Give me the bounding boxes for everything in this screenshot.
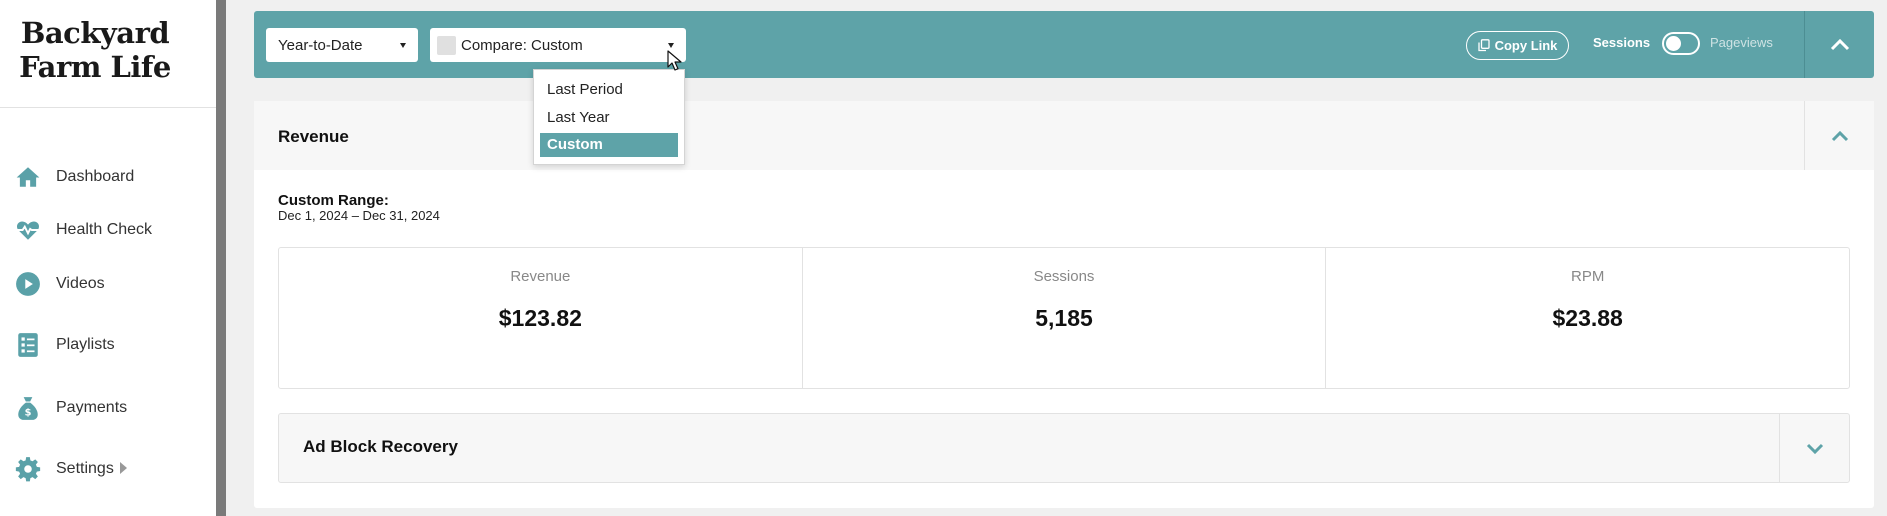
- heartbeat-icon: [14, 216, 42, 244]
- dropdown-option-last-period[interactable]: Last Period: [540, 78, 678, 102]
- metrics-panel: Revenue $123.82 Sessions 5,185 RPM $23.8…: [278, 247, 1850, 389]
- metric-value: $123.82: [498, 305, 582, 331]
- svg-text:$: $: [25, 408, 32, 419]
- toggle-pageviews-label: Pageviews: [1710, 35, 1773, 50]
- metric-label: Sessions: [1033, 268, 1095, 285]
- toggle-sessions-label: Sessions: [1593, 35, 1651, 50]
- dropdown-option-last-year[interactable]: Last Year: [540, 106, 678, 130]
- site-logo[interactable]: Backyard Farm Life: [0, 16, 190, 84]
- mouse-cursor-icon: [667, 50, 682, 71]
- revenue-collapse-button[interactable]: [1805, 101, 1874, 170]
- metric-label: Revenue: [510, 268, 571, 285]
- sidebar-item-label: Health Check: [56, 221, 153, 238]
- metric-value: 5,185: [1035, 305, 1093, 331]
- metric-label: RPM: [1571, 268, 1605, 285]
- caret-down-icon: [668, 43, 674, 48]
- home-icon: [14, 163, 42, 191]
- copy-link-button[interactable]: Copy Link: [1466, 31, 1569, 60]
- sidebar-border: [216, 0, 226, 516]
- sidebar-item-videos[interactable]: Videos: [0, 264, 216, 304]
- compare-select-value: Compare: Custom: [461, 36, 583, 54]
- chevron-down-icon: [1806, 443, 1824, 455]
- caret-down-icon: [400, 43, 406, 48]
- metric-value: $23.88: [1552, 305, 1623, 331]
- metric-sessions: Sessions 5,185: [803, 248, 1327, 388]
- gear-icon: [14, 455, 42, 483]
- sidebar-item-label: Dashboard: [56, 168, 135, 185]
- logo-line-1: Backyard: [20, 16, 170, 50]
- sessions-pageviews-toggle[interactable]: [1662, 32, 1700, 55]
- metric-rpm: RPM $23.88: [1326, 248, 1849, 388]
- copy-icon: [1477, 39, 1490, 52]
- sidebar-item-health-check[interactable]: Health Check: [0, 210, 216, 250]
- ad-block-expand-button[interactable]: [1780, 414, 1850, 482]
- sidebar-item-playlists[interactable]: Playlists: [0, 325, 216, 365]
- compare-dropdown-menu: Last Period Last Year Custom: [533, 69, 685, 165]
- sidebar-item-settings[interactable]: Settings: [0, 449, 216, 489]
- compare-color-swatch: [437, 36, 456, 55]
- logo-divider: [0, 107, 216, 108]
- revenue-card-title: Revenue: [278, 127, 349, 146]
- play-circle-icon: [14, 270, 42, 298]
- sidebar-item-dashboard[interactable]: Dashboard: [0, 157, 216, 197]
- compare-select[interactable]: Compare: Custom: [430, 28, 686, 62]
- sidebar-item-label: Settings: [56, 460, 114, 477]
- toggle-knob: [1666, 36, 1681, 51]
- revenue-card: Revenue Custom Range: Dec 1, 2024 – Dec …: [254, 101, 1874, 508]
- list-icon: [14, 331, 42, 359]
- dropdown-option-custom[interactable]: Custom: [540, 133, 678, 157]
- revenue-card-header: Revenue: [254, 101, 1874, 170]
- money-bag-icon: $: [14, 394, 42, 422]
- ad-block-recovery-title: Ad Block Recovery: [303, 437, 458, 456]
- custom-range-label: Custom Range:: [278, 192, 389, 209]
- chevron-up-icon: [1831, 130, 1848, 141]
- metric-revenue: Revenue $123.82: [279, 248, 803, 388]
- sidebar: Backyard Farm Life Dashboard Health Chec…: [0, 0, 216, 516]
- sidebar-item-label: Playlists: [56, 336, 115, 353]
- caret-right-icon: [120, 462, 127, 474]
- copy-link-label: Copy Link: [1494, 38, 1558, 53]
- ad-block-recovery-panel[interactable]: Ad Block Recovery: [278, 413, 1850, 483]
- custom-range-value: Dec 1, 2024 – Dec 31, 2024: [278, 208, 440, 223]
- filter-bar: Year-to-Date Compare: Custom Copy Link S…: [254, 11, 1874, 78]
- chevron-up-icon: [1830, 38, 1849, 50]
- sidebar-item-payments[interactable]: $ Payments: [0, 388, 216, 428]
- filter-bar-collapse-button[interactable]: [1805, 11, 1874, 78]
- period-select[interactable]: Year-to-Date: [266, 28, 418, 62]
- sidebar-item-label: Payments: [56, 399, 128, 416]
- period-select-value: Year-to-Date: [278, 36, 363, 54]
- logo-line-2: Farm Life: [19, 50, 171, 84]
- sidebar-item-label: Videos: [56, 275, 105, 292]
